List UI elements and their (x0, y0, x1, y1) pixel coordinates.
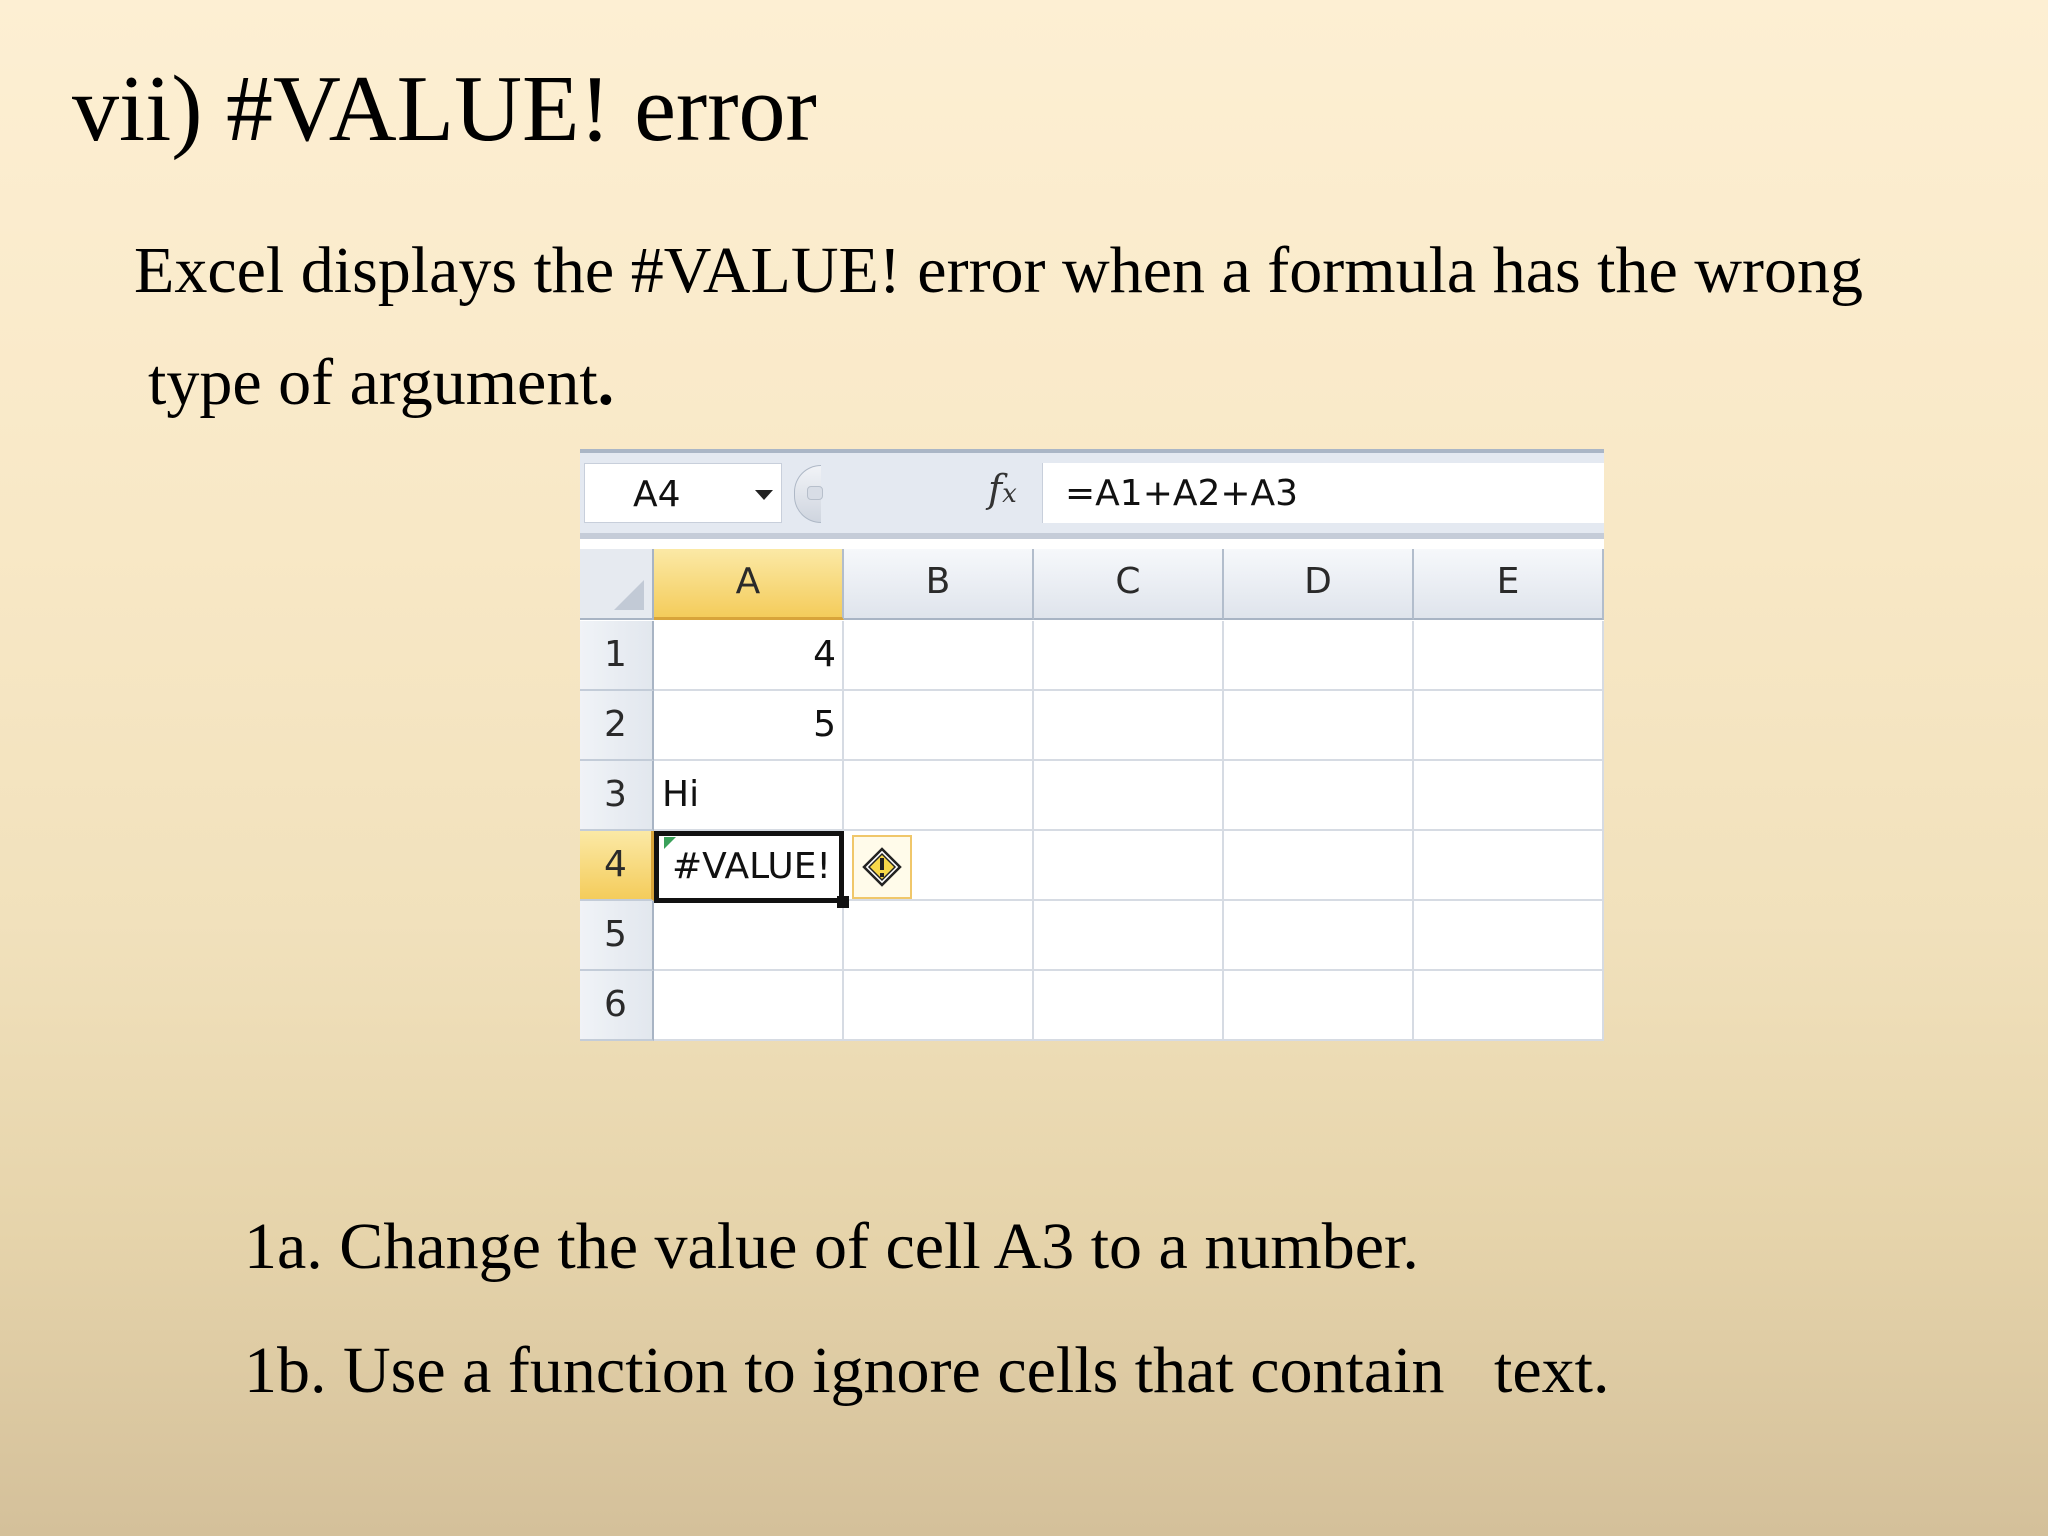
intro-paragraph: Excel displays the #VALUE! error when a … (134, 215, 2014, 439)
formula-value: =A1+A2+A3 (1065, 473, 1299, 514)
select-all-button[interactable] (580, 549, 654, 620)
cell-c4[interactable] (1034, 831, 1224, 901)
name-box[interactable]: A4 (584, 463, 782, 523)
chevron-down-icon[interactable] (755, 490, 773, 500)
name-box-value: A4 (633, 474, 681, 515)
cell-b5[interactable] (844, 901, 1034, 971)
cell-d6[interactable] (1224, 971, 1414, 1041)
column-header-b[interactable]: B (844, 549, 1034, 620)
cell-b2[interactable] (844, 691, 1034, 761)
cell-c3[interactable] (1034, 761, 1224, 831)
cell-c2[interactable] (1034, 691, 1224, 761)
intro-line-1: Excel displays the #VALUE! error when a … (134, 234, 1863, 307)
cell-c5[interactable] (1034, 901, 1224, 971)
cell-c1[interactable] (1034, 621, 1224, 691)
error-options-button[interactable] (852, 835, 912, 899)
row-header-2[interactable]: 2 (580, 691, 654, 761)
cell-e1[interactable] (1414, 621, 1604, 691)
solution-steps: 1a. Change the value of cell A3 to a num… (244, 1185, 1609, 1433)
cell-e4[interactable] (1414, 831, 1604, 901)
slide-title: vii) #VALUE! error (72, 57, 817, 161)
column-header-c[interactable]: C (1034, 549, 1224, 620)
column-header-d[interactable]: D (1224, 549, 1414, 620)
cell-e3[interactable] (1414, 761, 1604, 831)
cell-b6[interactable] (844, 971, 1034, 1041)
row-header-1[interactable]: 1 (580, 621, 654, 691)
cell-d4[interactable] (1224, 831, 1414, 901)
cell-a2[interactable]: 5 (654, 691, 844, 761)
cell-e6[interactable] (1414, 971, 1604, 1041)
cell-e2[interactable] (1414, 691, 1604, 761)
row-header-3[interactable]: 3 (580, 761, 654, 831)
warning-diamond-icon (862, 847, 902, 887)
cell-a6[interactable] (654, 971, 844, 1041)
formula-bar-splitter[interactable] (794, 465, 823, 523)
cell-d1[interactable] (1224, 621, 1414, 691)
cell-c6[interactable] (1034, 971, 1224, 1041)
cell-d2[interactable] (1224, 691, 1414, 761)
cell-b1[interactable] (844, 621, 1034, 691)
intro-period: . (597, 346, 615, 419)
row-header-5[interactable]: 5 (580, 901, 654, 971)
cell-d5[interactable] (1224, 901, 1414, 971)
formula-input[interactable]: =A1+A2+A3 (1042, 463, 1604, 523)
row-header-4[interactable]: 4 (580, 831, 654, 901)
cell-e5[interactable] (1414, 901, 1604, 971)
row-header-6[interactable]: 6 (580, 971, 654, 1041)
column-header-e[interactable]: E (1414, 549, 1604, 620)
cell-a3[interactable]: Hi (654, 761, 844, 831)
step-1a: 1a. Change the value of cell A3 to a num… (244, 1210, 1419, 1283)
fill-handle[interactable] (837, 896, 849, 908)
step-1b: 1b. Use a function to ignore cells that … (244, 1334, 1610, 1407)
formula-bar: A4 fx =A1+A2+A3 (580, 449, 1604, 539)
cell-a5[interactable] (654, 901, 844, 971)
cell-b3[interactable] (844, 761, 1034, 831)
excel-screenshot: A4 fx =A1+A2+A3 A B C D E 1 2 3 4 5 6 4 … (580, 449, 1604, 1041)
cell-a4-value: #VALUE! (672, 846, 831, 887)
intro-line-2: type of argument. (134, 327, 2014, 439)
worksheet-grid: A B C D E 1 2 3 4 5 6 4 5 Hi #VALUE! (580, 549, 1604, 1041)
cell-d3[interactable] (1224, 761, 1414, 831)
column-header-a[interactable]: A (654, 549, 844, 620)
cell-a1[interactable]: 4 (654, 621, 844, 691)
intro-line-2-text: type of argument (148, 346, 598, 419)
insert-function-icon[interactable]: fx (988, 467, 1017, 511)
